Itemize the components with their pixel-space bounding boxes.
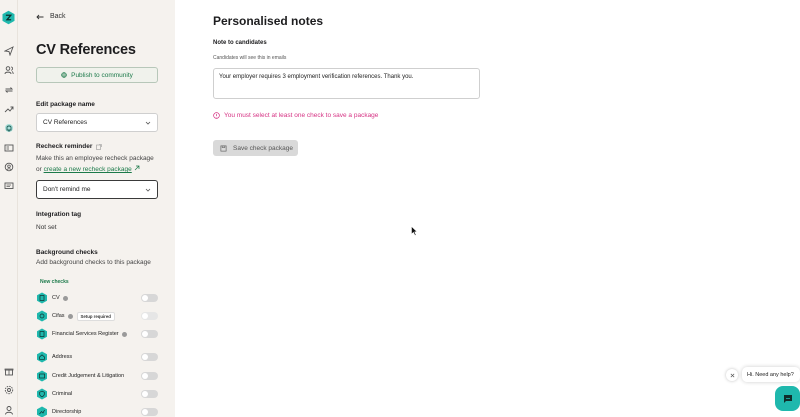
package-title: CV References (36, 42, 136, 58)
id-card-icon[interactable] (3, 142, 14, 153)
recheck-heading: Recheck reminder (36, 143, 103, 150)
profile-icon[interactable] (3, 404, 14, 415)
check-row-cv: CV (36, 292, 158, 304)
app-root: Back CV References Publish to community … (0, 0, 800, 417)
recheck-label: Recheck reminder (36, 143, 93, 150)
users-icon[interactable] (3, 64, 14, 75)
chevron-down-icon (145, 188, 151, 192)
chat-bubble[interactable]: Hi. Need any help? (742, 367, 800, 382)
arrow-up-right-icon (134, 165, 139, 171)
check-toggle-address[interactable] (141, 353, 158, 361)
bg-checks-label: Background checks (36, 249, 98, 256)
check-name: Directorship (52, 409, 82, 415)
alert-circle-icon (213, 112, 220, 119)
integration-label: Integration tag (36, 211, 82, 218)
note-sub: Candidates will see this in emails (213, 55, 287, 61)
save-label: Save check package (233, 144, 293, 152)
check-name: Criminal (52, 391, 73, 397)
recheck-line: or create a new recheck package (36, 165, 140, 173)
save-icon (220, 145, 227, 151)
package-panel: Back CV References Publish to community … (18, 0, 175, 417)
check-toggle-criminal[interactable] (141, 390, 158, 398)
chat-launcher-button[interactable] (775, 386, 800, 411)
package-name-field[interactable]: CV References (36, 113, 158, 132)
mouse-cursor-icon (411, 226, 418, 236)
home-icon (37, 351, 47, 363)
chart-icon (37, 406, 47, 417)
note-textarea[interactable]: Your employer requires 3 employment veri… (213, 68, 480, 99)
publish-label: Publish to community (71, 71, 133, 79)
check-name: Address (52, 354, 73, 360)
save-package-button[interactable]: Save check package (213, 140, 298, 156)
info-icon[interactable] (67, 313, 73, 319)
edit-name-label: Edit package name (36, 101, 95, 108)
new-checks-label: New checks (40, 279, 69, 285)
check-name: Financial Services Register (52, 331, 119, 337)
publish-button[interactable]: Publish to community (36, 67, 158, 83)
shield-icon (37, 388, 47, 400)
check-row-credit: Credit Judgement & Litigation (36, 370, 158, 382)
bank-icon (37, 328, 47, 340)
check-row-criminal: Criminal (36, 388, 158, 400)
send-icon[interactable] (3, 45, 14, 56)
check-row-address: Address (36, 351, 158, 363)
note-label: Note to candidates (213, 40, 267, 46)
recheck-or: or (36, 166, 44, 173)
check-row-directorship: Directorship (36, 406, 158, 417)
check-toggle-fsr[interactable] (141, 330, 158, 338)
chat-icon (783, 394, 792, 403)
check-toggle-directorship[interactable] (141, 408, 158, 416)
cv-icon (37, 292, 47, 304)
gift-icon[interactable] (3, 365, 14, 376)
chat-close-button[interactable] (726, 369, 738, 381)
repeat-icon[interactable] (3, 84, 14, 95)
settings-icon[interactable] (3, 384, 14, 395)
globe-icon[interactable] (3, 161, 14, 172)
page-title: Personalised notes (213, 14, 324, 28)
close-icon (730, 373, 734, 377)
check-row-fsr: Financial Services Register (36, 328, 158, 340)
back-label: Back (50, 13, 66, 20)
check-row-cifas: Cifas Setup required (36, 310, 158, 322)
create-recheck-link[interactable]: create a new recheck package (44, 166, 132, 173)
recheck-text: Make this an employee recheck package (36, 155, 154, 162)
error-message: You must select at least one check to sa… (213, 112, 378, 119)
setup-required-badge: Setup required (76, 311, 115, 321)
check-toggle-cv[interactable] (141, 294, 158, 302)
trending-icon[interactable] (3, 103, 14, 114)
remind-select[interactable]: Don't remind me (36, 180, 158, 199)
chevron-down-icon (145, 121, 151, 125)
package-name-value: CV References (43, 119, 88, 126)
back-link[interactable]: Back (36, 13, 66, 20)
cifas-icon (37, 310, 47, 322)
bg-checks-sub: Add background checks to this package (36, 259, 151, 266)
info-icon[interactable] (62, 295, 68, 301)
remind-value: Don't remind me (43, 186, 91, 193)
check-name: Cifas (52, 313, 65, 319)
logo-icon[interactable] (1, 10, 16, 25)
info-icon[interactable] (121, 331, 127, 337)
check-toggle-credit[interactable] (141, 372, 158, 380)
check-name: Credit Judgement & Litigation (52, 373, 125, 379)
check-name: CV (52, 295, 60, 301)
arrow-left-icon (36, 14, 44, 19)
message-icon[interactable] (3, 180, 14, 191)
bell-icon[interactable] (3, 122, 14, 133)
globe-small-icon (61, 72, 67, 78)
credit-icon (37, 370, 47, 382)
integration-value: Not set (36, 224, 57, 231)
icon-rail (0, 0, 18, 417)
error-text: You must select at least one check to sa… (224, 112, 379, 119)
external-link-icon (96, 143, 103, 150)
check-toggle-cifas[interactable] (141, 312, 158, 320)
